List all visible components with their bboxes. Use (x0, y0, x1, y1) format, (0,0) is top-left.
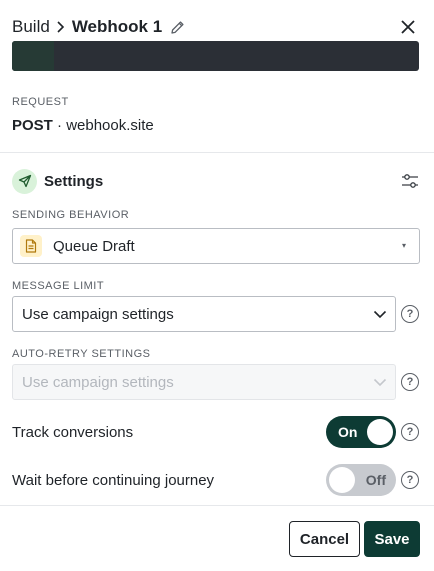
toggle-knob (367, 419, 393, 445)
caret-down-icon: ▾ (401, 241, 406, 250)
toggle-state-label: On (338, 424, 358, 440)
page-title: Webhook 1 (71, 17, 163, 36)
track-conversions-label: Track conversions (12, 424, 134, 441)
auto-retry-value: Use campaign settings (22, 373, 174, 391)
message-limit-label: MESSAGE LIMIT (12, 280, 105, 292)
chevron-down-icon (373, 375, 387, 389)
pencil-icon[interactable] (170, 20, 185, 35)
request-host: webhook.site (66, 117, 154, 134)
request-label: REQUEST (12, 96, 69, 108)
request-method: POST (12, 117, 53, 134)
close-icon[interactable] (396, 15, 420, 39)
track-conversions-toggle[interactable]: On (326, 416, 396, 448)
settings-header: Settings (12, 168, 420, 194)
save-button[interactable]: Save (364, 521, 420, 557)
settings-title: Settings (44, 172, 104, 190)
toggle-knob (329, 467, 355, 493)
sending-behavior-value: Queue Draft (53, 237, 135, 255)
section-divider (0, 152, 434, 153)
chevron-down-icon (373, 307, 387, 321)
draft-document-icon (20, 235, 42, 257)
chevron-right-icon (56, 21, 65, 33)
message-limit-value: Use campaign settings (22, 305, 174, 323)
cancel-button[interactable]: Cancel (289, 521, 360, 557)
wait-before-continuing-label: Wait before continuing journey (12, 472, 215, 489)
auto-retry-select: Use campaign settings (12, 364, 396, 400)
request-separator: · (57, 117, 63, 134)
footer-divider (0, 505, 434, 506)
sending-behavior-label: SENDING BEHAVIOR (12, 209, 130, 221)
message-limit-select[interactable]: Use campaign settings (12, 296, 396, 332)
request-summary: POST · webhook.site (12, 117, 154, 134)
breadcrumb-build[interactable]: Build (12, 17, 50, 37)
panel-header: Build Webhook 1 (12, 14, 420, 40)
sending-behavior-select[interactable]: Queue Draft ▾ (12, 228, 420, 264)
auto-retry-label: AUTO-RETRY SETTINGS (12, 348, 151, 360)
wait-before-continuing-help-icon[interactable]: ? (401, 471, 419, 489)
message-limit-help-icon[interactable]: ? (401, 305, 419, 323)
webhook-preview-bar (12, 41, 419, 71)
toggle-state-label: Off (365, 472, 386, 488)
sliders-icon[interactable] (400, 171, 420, 191)
send-icon (12, 168, 37, 194)
track-conversions-help-icon[interactable]: ? (401, 423, 419, 441)
auto-retry-help-icon[interactable]: ? (401, 373, 419, 391)
wait-before-continuing-toggle[interactable]: Off (326, 464, 396, 496)
